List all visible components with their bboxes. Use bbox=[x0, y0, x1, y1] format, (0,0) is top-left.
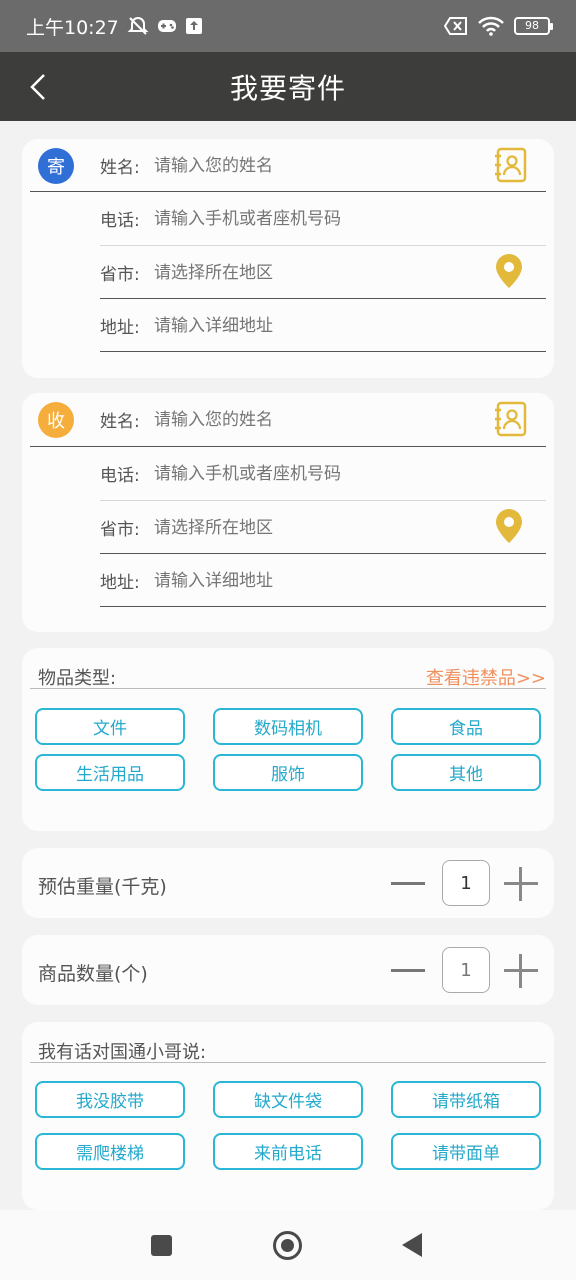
quantity-card: 商品数量(个) 1 bbox=[22, 935, 554, 1005]
page-title: 我要寄件 bbox=[229, 71, 346, 105]
back-arrow-icon[interactable] bbox=[26, 72, 54, 102]
message-card: 我有话对国通小哥说: 我没胶带 缺文件袋 请带纸箱 需爬楼梯 来前电话 请带面单 bbox=[22, 1022, 554, 1210]
field-label: 姓名: bbox=[100, 158, 140, 178]
receiver-name-row[interactable]: 姓名: bbox=[30, 393, 546, 446]
item-type-option[interactable]: 生活用品 bbox=[35, 754, 185, 791]
quantity-decrease-button[interactable] bbox=[391, 969, 425, 972]
wifi-icon bbox=[478, 16, 504, 36]
item-type-option[interactable]: 食品 bbox=[391, 708, 541, 745]
message-option[interactable]: 请带面单 bbox=[391, 1133, 541, 1170]
message-option[interactable]: 请带纸箱 bbox=[391, 1081, 541, 1118]
weight-card: 预估重量(千克) 1 bbox=[22, 848, 554, 918]
contact-book-icon[interactable] bbox=[494, 147, 528, 183]
receiver-phone-row[interactable]: 电话: bbox=[100, 447, 546, 500]
divider bbox=[30, 1062, 546, 1063]
home-button[interactable] bbox=[273, 1231, 302, 1260]
gamepad-icon bbox=[157, 20, 176, 32]
sender-card: 寄 姓名: 电话: 省市: 地址: bbox=[22, 139, 554, 378]
sender-phone-row[interactable]: 电话: bbox=[100, 192, 546, 245]
weight-label: 预估重量(千克) bbox=[38, 876, 167, 898]
item-type-option[interactable]: 文件 bbox=[35, 708, 185, 745]
field-label: 省市: bbox=[100, 265, 140, 285]
item-type-option[interactable]: 服饰 bbox=[213, 754, 363, 791]
field-label: 地址: bbox=[100, 318, 140, 338]
location-pin-icon[interactable] bbox=[494, 253, 524, 289]
status-bar: 上午10:27 98 bbox=[0, 0, 576, 52]
sender-region-input[interactable] bbox=[154, 262, 546, 283]
sender-address-input[interactable] bbox=[154, 315, 546, 336]
receiver-region-input[interactable] bbox=[154, 517, 546, 538]
sender-phone-input[interactable] bbox=[154, 208, 546, 229]
system-nav-bar bbox=[0, 1210, 576, 1280]
weight-decrease-button[interactable] bbox=[391, 882, 425, 885]
item-type-option[interactable]: 数码相机 bbox=[213, 708, 363, 745]
item-type-title: 物品类型: bbox=[38, 668, 117, 689]
divider bbox=[30, 688, 546, 689]
location-pin-icon[interactable] bbox=[494, 508, 524, 544]
weight-increase-button[interactable] bbox=[504, 867, 538, 901]
receiver-address-input[interactable] bbox=[154, 570, 546, 591]
receiver-name-input[interactable] bbox=[154, 409, 546, 430]
item-type-card: 物品类型: 查看违禁品>> 文件 数码相机 食品 生活用品 服饰 其他 bbox=[22, 648, 554, 831]
sender-address-row[interactable]: 地址: bbox=[100, 299, 546, 352]
field-label: 电话: bbox=[100, 466, 140, 486]
no-sim-icon bbox=[444, 17, 467, 35]
quantity-value[interactable]: 1 bbox=[442, 947, 490, 993]
quantity-label: 商品数量(个) bbox=[38, 963, 148, 985]
sender-region-row[interactable]: 省市: bbox=[100, 246, 546, 299]
sender-name-row[interactable]: 姓名: bbox=[30, 139, 546, 192]
field-label: 姓名: bbox=[100, 412, 140, 432]
quantity-increase-button[interactable] bbox=[504, 954, 538, 988]
field-label: 省市: bbox=[100, 520, 140, 540]
weight-value[interactable]: 1 bbox=[442, 860, 490, 906]
field-label: 地址: bbox=[100, 573, 140, 593]
system-back-button[interactable] bbox=[402, 1233, 422, 1257]
sender-name-input[interactable] bbox=[154, 155, 546, 176]
battery-icon: 98 bbox=[514, 17, 553, 35]
message-title: 我有话对国通小哥说: bbox=[38, 1042, 207, 1063]
receiver-phone-input[interactable] bbox=[154, 463, 546, 484]
receiver-address-row[interactable]: 地址: bbox=[100, 554, 546, 607]
message-option[interactable]: 缺文件袋 bbox=[213, 1081, 363, 1118]
message-option[interactable]: 来前电话 bbox=[213, 1133, 363, 1170]
message-option[interactable]: 我没胶带 bbox=[35, 1081, 185, 1118]
recents-button[interactable] bbox=[151, 1235, 172, 1256]
contact-book-icon[interactable] bbox=[494, 401, 528, 437]
receiver-region-row[interactable]: 省市: bbox=[100, 501, 546, 554]
status-time: 上午10:27 bbox=[26, 16, 119, 39]
upload-icon bbox=[185, 18, 202, 34]
message-option[interactable]: 需爬楼梯 bbox=[35, 1133, 185, 1170]
title-bar: 我要寄件 bbox=[0, 52, 576, 121]
prohibited-items-link[interactable]: 查看违禁品>> bbox=[426, 664, 546, 690]
field-label: 电话: bbox=[100, 211, 140, 231]
divider bbox=[100, 351, 546, 352]
mute-bell-icon bbox=[127, 16, 149, 35]
divider bbox=[100, 606, 546, 607]
receiver-card: 收 姓名: 电话: 省市: 地址: bbox=[22, 393, 554, 632]
item-type-option[interactable]: 其他 bbox=[391, 754, 541, 791]
